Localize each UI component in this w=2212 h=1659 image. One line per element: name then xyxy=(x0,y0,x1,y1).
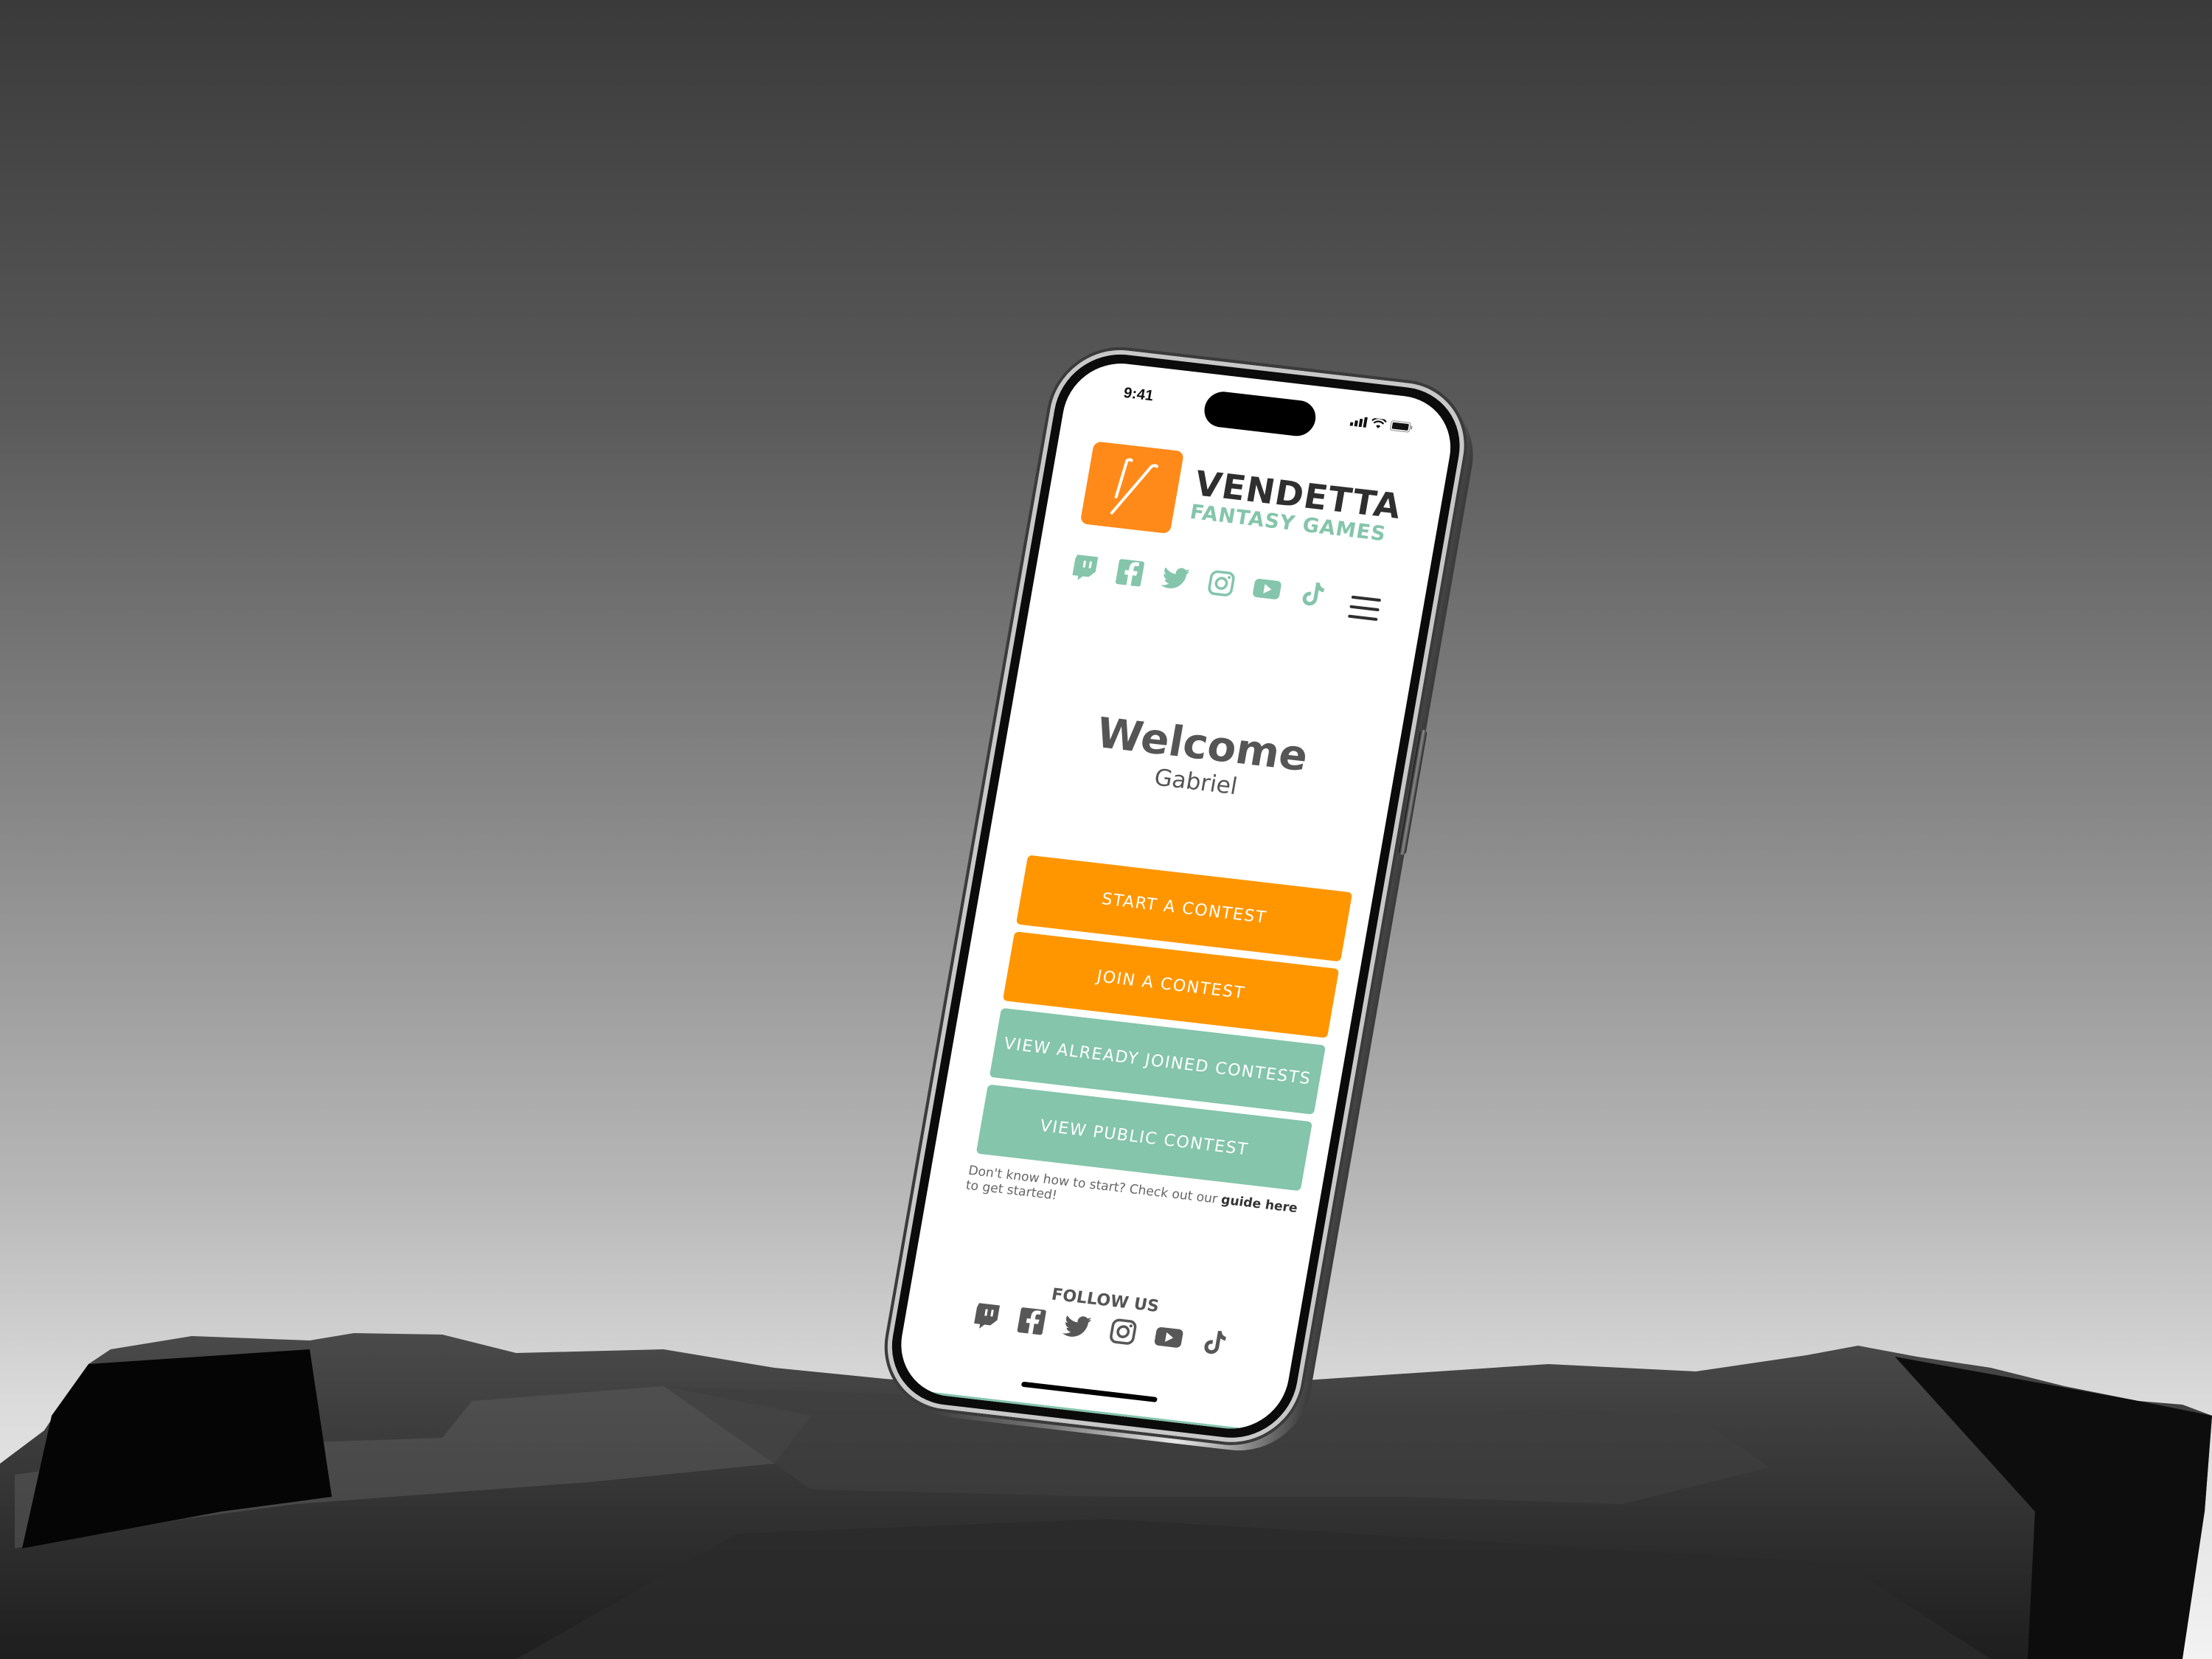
facebook-icon[interactable] xyxy=(1113,557,1147,590)
status-time: 9:41 xyxy=(1122,384,1155,405)
v-logo-icon xyxy=(1110,458,1158,515)
brand-logo[interactable]: VENDETTA FANTASY GAMES xyxy=(1079,441,1406,560)
youtube-icon[interactable] xyxy=(1250,572,1284,605)
wifi-icon xyxy=(1371,417,1387,428)
welcome-section: Welcome Gabriel xyxy=(1001,702,1399,818)
footer: FOLLOW US xyxy=(905,1269,1300,1366)
status-icons xyxy=(1349,415,1413,433)
instagram-icon[interactable] xyxy=(1106,1315,1141,1349)
facebook-icon[interactable] xyxy=(1015,1305,1049,1338)
dynamic-island xyxy=(1201,389,1319,438)
twitch-icon[interactable] xyxy=(1067,551,1102,584)
battery-icon xyxy=(1390,420,1413,433)
hamburger-menu-icon[interactable] xyxy=(1347,595,1382,622)
twitch-icon[interactable] xyxy=(969,1299,1004,1332)
tiktok-icon[interactable] xyxy=(1197,1326,1232,1359)
instagram-icon[interactable] xyxy=(1204,567,1239,600)
twitter-icon[interactable] xyxy=(1158,562,1193,595)
tiktok-icon[interactable] xyxy=(1295,577,1330,611)
header-social-links xyxy=(1067,551,1330,610)
logo-mark xyxy=(1079,441,1185,535)
signal-icon xyxy=(1349,417,1368,428)
home-indicator[interactable] xyxy=(1020,1381,1158,1402)
action-buttons: START A CONTEST JOIN A CONTEST VIEW ALRE… xyxy=(975,855,1353,1199)
youtube-icon[interactable] xyxy=(1152,1321,1186,1354)
twitter-icon[interactable] xyxy=(1060,1310,1095,1343)
